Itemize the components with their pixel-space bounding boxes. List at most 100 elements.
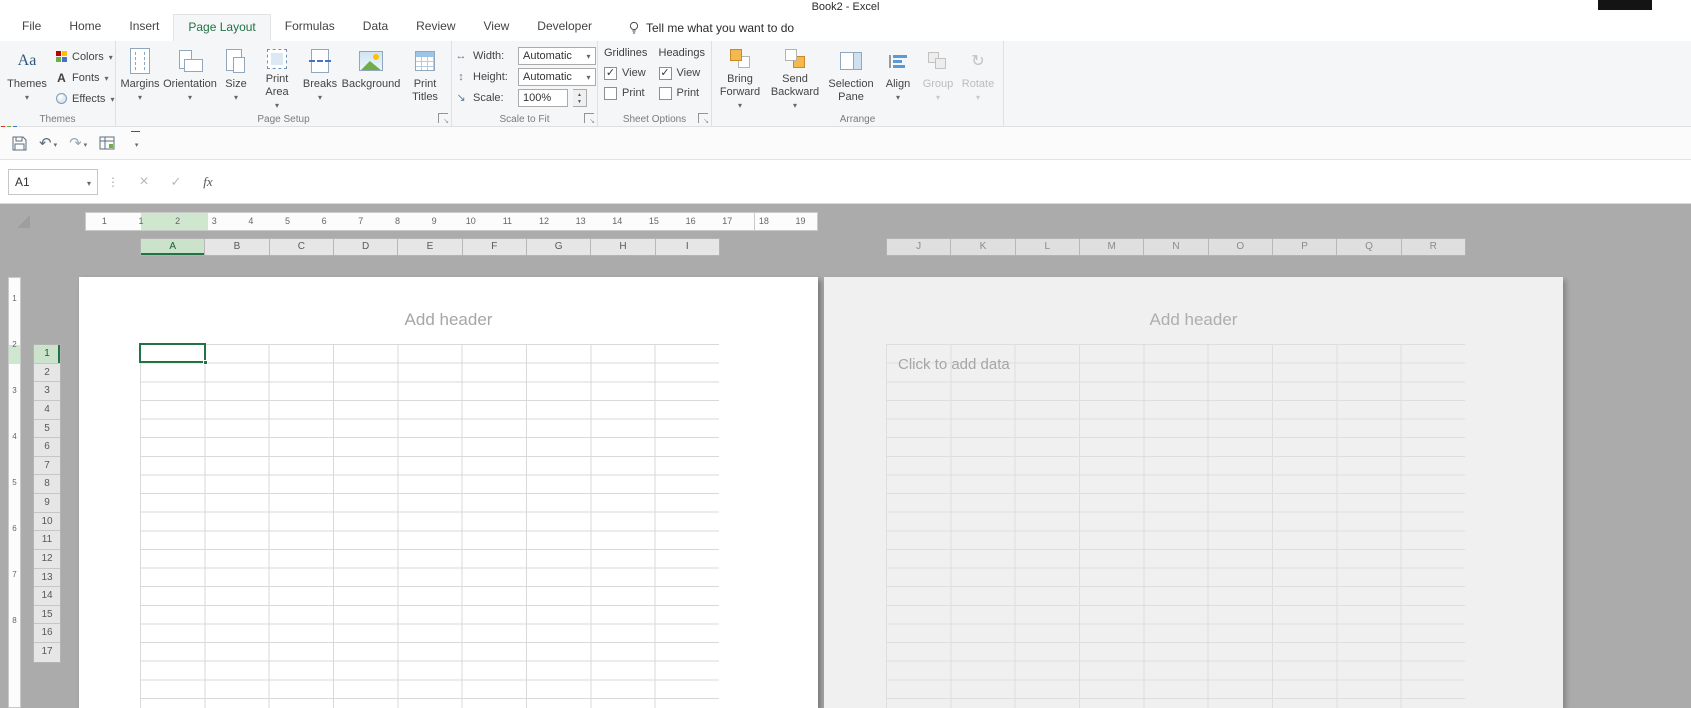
column-header[interactable]: E bbox=[398, 239, 463, 255]
column-header[interactable]: M bbox=[1079, 239, 1145, 255]
gridlines-view-checkbox-row[interactable]: ✓ View bbox=[604, 63, 655, 83]
breaks-button[interactable]: Breaks bbox=[300, 43, 340, 111]
name-box[interactable]: A1 bbox=[8, 168, 98, 195]
tell-me-box[interactable]: Tell me what you want to do bbox=[628, 14, 794, 41]
background-button[interactable]: Background bbox=[340, 43, 402, 111]
ruler-tick: 19 bbox=[795, 216, 806, 226]
row-header[interactable]: 6 bbox=[34, 438, 60, 457]
print-titles-button[interactable]: Print Titles bbox=[402, 43, 448, 111]
row-header[interactable]: 9 bbox=[34, 494, 60, 513]
column-header[interactable]: C bbox=[269, 239, 334, 255]
column-header[interactable]: I bbox=[655, 239, 719, 255]
row-header[interactable]: 11 bbox=[34, 531, 60, 550]
formula-bar-handle-icon[interactable] bbox=[107, 175, 119, 189]
add-header-placeholder[interactable]: Add header bbox=[79, 310, 818, 330]
redo-button[interactable] bbox=[65, 131, 91, 155]
column-header[interactable]: P bbox=[1272, 239, 1338, 255]
tab-file[interactable]: File bbox=[8, 14, 55, 41]
gridlines-view-checkbox[interactable]: ✓ bbox=[604, 66, 617, 80]
column-header[interactable]: J bbox=[887, 239, 952, 255]
tab-developer[interactable]: Developer bbox=[523, 14, 606, 41]
scale-input[interactable]: 100% bbox=[518, 88, 568, 107]
column-header[interactable]: K bbox=[951, 239, 1016, 255]
size-button[interactable]: Size bbox=[218, 43, 254, 111]
undo-button[interactable] bbox=[35, 131, 61, 155]
column-header[interactable]: F bbox=[462, 239, 527, 255]
sheet-options-dialog-launcher-icon[interactable] bbox=[698, 113, 709, 125]
headings-view-checkbox-row[interactable]: ✓ View bbox=[658, 63, 710, 83]
horizontal-ruler[interactable]: 1 1 2 3 4 5 6 7 8 9 10 11 12 13 14 15 16 17 18 19 bbox=[85, 212, 818, 231]
column-header[interactable]: A bbox=[141, 239, 206, 255]
chevron-down-icon[interactable] bbox=[52, 134, 58, 152]
row-header[interactable]: 12 bbox=[34, 549, 60, 569]
row-header[interactable]: 5 bbox=[34, 419, 60, 439]
scale-to-fit-dialog-launcher-icon[interactable] bbox=[584, 113, 595, 125]
headings-view-checkbox[interactable]: ✓ bbox=[658, 66, 672, 80]
vertical-ruler[interactable]: 1 2 3 4 5 6 7 8 bbox=[8, 277, 21, 708]
row-header[interactable]: 17 bbox=[34, 643, 60, 662]
gridlines-column: Gridlines ✓ View Print bbox=[604, 43, 655, 103]
click-to-add-data-placeholder[interactable]: Click to add data bbox=[898, 356, 1010, 373]
width-dropdown[interactable]: Automatic bbox=[518, 46, 596, 65]
orientation-button[interactable]: Orientation bbox=[162, 43, 218, 111]
align-button[interactable]: Align bbox=[878, 43, 918, 111]
gridlines-print-checkbox[interactable] bbox=[604, 86, 617, 100]
bring-forward-button[interactable]: Bring Forward bbox=[714, 43, 766, 111]
headings-print-checkbox-row[interactable]: Print bbox=[658, 83, 710, 103]
page-setup-dialog-launcher-icon[interactable] bbox=[438, 113, 449, 125]
row-header[interactable]: 16 bbox=[34, 624, 60, 643]
chevron-down-icon[interactable] bbox=[81, 173, 97, 191]
headings-print-checkbox[interactable] bbox=[658, 86, 672, 100]
tab-view[interactable]: View bbox=[470, 14, 524, 41]
row-header[interactable]: 4 bbox=[34, 400, 60, 420]
add-header-placeholder[interactable]: Add header bbox=[824, 310, 1563, 330]
row-header[interactable]: 15 bbox=[34, 605, 60, 625]
column-header[interactable]: G bbox=[526, 239, 592, 255]
worksheet-grid-page2[interactable] bbox=[886, 344, 1465, 708]
tab-page-layout[interactable]: Page Layout bbox=[173, 14, 271, 41]
column-header[interactable]: D bbox=[333, 239, 399, 255]
active-cell-a1[interactable] bbox=[139, 343, 208, 365]
height-dropdown[interactable]: Automatic bbox=[518, 67, 596, 86]
row-header[interactable]: 13 bbox=[34, 568, 60, 588]
tab-insert[interactable]: Insert bbox=[115, 14, 173, 41]
column-header[interactable]: L bbox=[1015, 239, 1080, 255]
column-header[interactable]: B bbox=[205, 239, 270, 255]
margins-button[interactable]: Margins bbox=[118, 43, 162, 111]
row-header[interactable]: 1 bbox=[34, 345, 60, 364]
worksheet-grid-page1[interactable] bbox=[140, 344, 719, 708]
row-header[interactable]: 10 bbox=[34, 512, 60, 532]
row-header[interactable]: 3 bbox=[34, 382, 60, 401]
formula-input[interactable] bbox=[230, 168, 1691, 195]
column-header[interactable]: N bbox=[1144, 239, 1209, 255]
print-area-button[interactable]: Print Area bbox=[254, 43, 300, 111]
column-header[interactable]: H bbox=[591, 239, 656, 255]
insert-function-button[interactable]: fx bbox=[192, 174, 224, 190]
save-button[interactable] bbox=[8, 131, 31, 155]
quick-command-button[interactable] bbox=[95, 131, 119, 155]
fonts-button[interactable]: A Fonts bbox=[52, 67, 118, 88]
customize-qat-button[interactable] bbox=[127, 131, 144, 155]
tab-home[interactable]: Home bbox=[55, 14, 115, 41]
chevron-down-icon[interactable] bbox=[82, 134, 88, 152]
effects-button[interactable]: Effects bbox=[52, 88, 118, 109]
cancel-icon[interactable] bbox=[128, 173, 160, 191]
selection-pane-button[interactable]: Selection Pane bbox=[824, 43, 878, 111]
tab-data[interactable]: Data bbox=[349, 14, 402, 41]
themes-button[interactable]: Aa Themes bbox=[1, 43, 52, 130]
row-header[interactable]: 2 bbox=[34, 363, 60, 383]
column-header[interactable]: Q bbox=[1337, 239, 1402, 255]
colors-button[interactable]: Colors bbox=[52, 46, 118, 67]
row-header[interactable]: 14 bbox=[34, 587, 60, 606]
scale-spinner[interactable] bbox=[573, 88, 587, 107]
column-header[interactable]: R bbox=[1401, 239, 1465, 255]
send-backward-button[interactable]: Send Backward bbox=[766, 43, 824, 111]
tab-review[interactable]: Review bbox=[402, 14, 469, 41]
gridlines-print-checkbox-row[interactable]: Print bbox=[604, 83, 655, 103]
row-header[interactable]: 7 bbox=[34, 456, 60, 476]
column-header[interactable]: O bbox=[1208, 239, 1273, 255]
row-header[interactable]: 8 bbox=[34, 475, 60, 494]
tab-formulas[interactable]: Formulas bbox=[271, 14, 349, 41]
enter-icon[interactable] bbox=[160, 173, 192, 190]
fill-handle[interactable] bbox=[203, 360, 208, 365]
